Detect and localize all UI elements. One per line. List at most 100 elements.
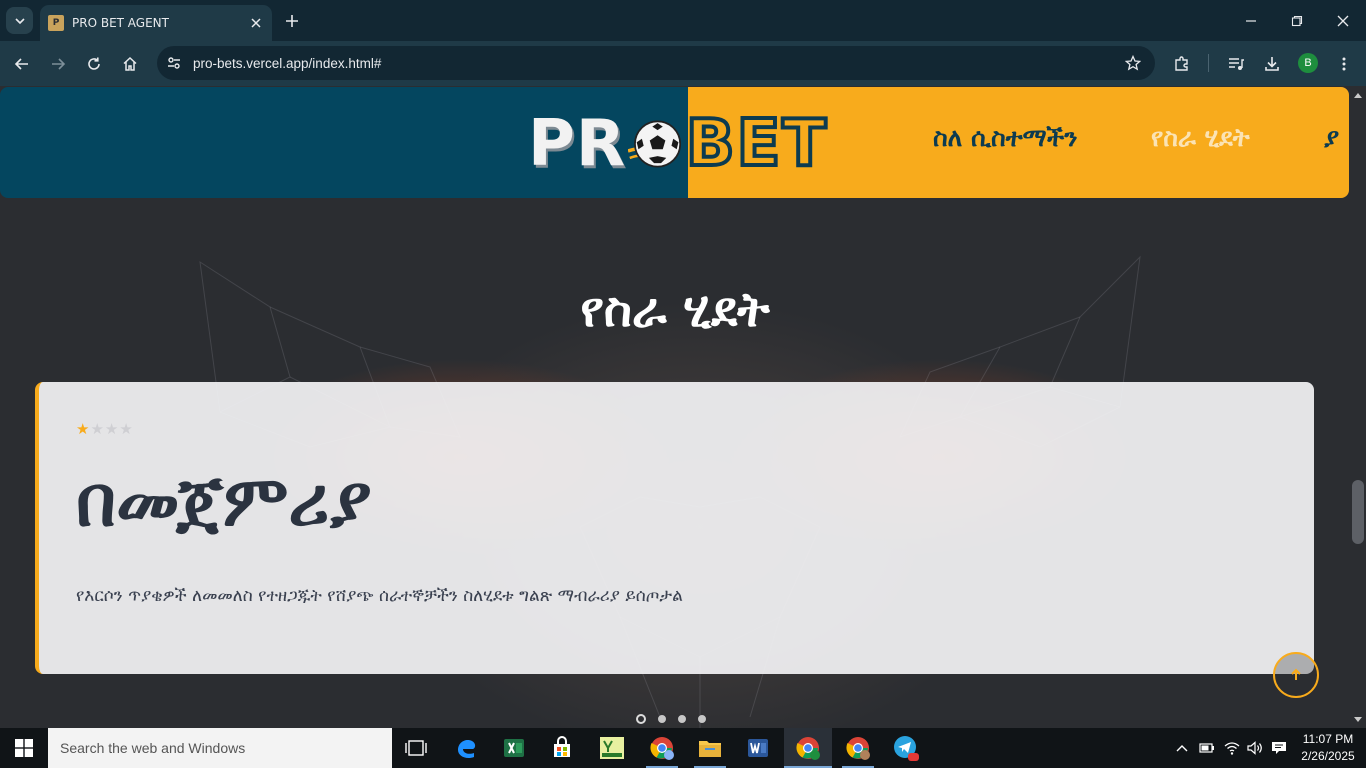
network-indicator[interactable] [1220, 728, 1244, 768]
chevron-up-icon [1176, 745, 1188, 752]
scroll-up-arrow[interactable] [1351, 88, 1365, 102]
carousel-dot[interactable] [658, 715, 666, 723]
browser-tab[interactable]: P PRO BET AGENT [40, 5, 272, 41]
address-bar[interactable]: pro-bets.vercel.app/index.html# [157, 46, 1155, 80]
windows-logo-icon [15, 739, 33, 757]
arrow-up-icon [1291, 668, 1301, 680]
carousel-dot[interactable] [636, 714, 646, 724]
nav-link-about-system[interactable]: ስለ ሲስተማችን [933, 123, 1077, 153]
taskbar-excel[interactable] [490, 728, 538, 768]
arrow-left-icon [14, 58, 28, 70]
taskbar-chrome-profile-2[interactable] [834, 728, 882, 768]
forward-button[interactable] [44, 50, 72, 78]
plus-icon [286, 15, 298, 27]
profile-avatar[interactable]: B [1298, 53, 1318, 73]
star-filled-icon: ★ [76, 420, 90, 438]
taskbar-telegram[interactable] [882, 728, 930, 768]
triangle-down-icon [1354, 717, 1362, 722]
minimize-icon [1246, 19, 1256, 22]
windows-taskbar: Search the web and Windows 11:07 PM 2/26… [0, 728, 1366, 768]
nav-link-partial[interactable]: ያ [1324, 123, 1339, 153]
site-info-button[interactable] [160, 49, 188, 77]
excel-icon [504, 739, 524, 757]
taskbar-edge[interactable] [442, 728, 490, 768]
arrow-right-icon [52, 58, 66, 70]
downloads-button[interactable] [1258, 50, 1286, 78]
page-scrollbar[interactable] [1350, 86, 1366, 728]
bookmark-button[interactable] [1119, 49, 1147, 77]
home-button[interactable] [116, 50, 144, 78]
taskbar-word[interactable] [734, 728, 782, 768]
reload-icon [88, 57, 100, 70]
taskbar-chrome-active[interactable] [784, 728, 832, 768]
extensions-button[interactable] [1168, 50, 1196, 78]
more-vertical-icon [1342, 57, 1346, 71]
star-empty-icon: ★ [104, 420, 119, 438]
tab-search-button[interactable] [6, 7, 33, 34]
nav-link-work-process[interactable]: የስራ ሂደት [1151, 123, 1250, 153]
restore-button[interactable] [1274, 0, 1320, 41]
close-icon [1337, 15, 1349, 26]
back-to-top-button[interactable] [1273, 652, 1319, 698]
site-favicon-icon: P [48, 15, 64, 31]
edge-browser-icon [458, 740, 476, 759]
browser-toolbar: pro-bets.vercel.app/index.html# B [0, 41, 1366, 86]
scroll-down-arrow[interactable] [1351, 713, 1365, 727]
taskbar-store[interactable] [538, 728, 586, 768]
taskbar-calendar-app[interactable] [588, 728, 636, 768]
reload-button[interactable] [80, 50, 108, 78]
page-viewport: ስለ ሲስተማችን የስራ ሂደት ያ PR BET የስራ ሂደት ★ ★ ★… [0, 86, 1350, 728]
clock-date: 2/26/2025 [1301, 749, 1355, 763]
playlist-icon [1229, 58, 1244, 70]
star-empty-icon: ★ [90, 420, 104, 438]
taskbar-clock[interactable]: 11:07 PM 2/26/2025 [1297, 731, 1359, 765]
notification-icon [1272, 742, 1286, 754]
folder-icon [699, 741, 721, 757]
carousel-dot[interactable] [678, 715, 686, 723]
triangle-up-icon [1354, 93, 1362, 98]
chrome-icon [650, 737, 674, 760]
browser-menu-button[interactable] [1330, 50, 1358, 78]
tab-title: PRO BET AGENT [72, 16, 169, 30]
puzzle-icon [1175, 56, 1188, 71]
chevron-down-icon [14, 17, 25, 24]
media-controls-button[interactable] [1222, 50, 1250, 78]
task-view-button[interactable] [392, 728, 440, 768]
taskbar-search-box[interactable]: Search the web and Windows [48, 728, 392, 768]
task-view-icon [405, 740, 427, 756]
download-icon [1265, 57, 1279, 71]
show-hidden-icons-button[interactable] [1172, 728, 1192, 768]
chrome-icon [846, 737, 870, 760]
restore-icon [1291, 15, 1303, 26]
site-header: ስለ ሲስተማችን የስራ ሂደት ያ PR BET [0, 87, 1350, 198]
word-icon [748, 739, 768, 757]
browser-tab-bar: P PRO BET AGENT [0, 0, 1366, 41]
close-tab-button[interactable] [246, 13, 266, 33]
new-tab-button[interactable] [280, 9, 304, 33]
probet-logo[interactable]: PR BET [528, 105, 828, 183]
close-window-button[interactable] [1320, 0, 1366, 41]
battery-indicator[interactable] [1196, 728, 1218, 768]
speaker-icon [1247, 741, 1262, 755]
scrollbar-thumb[interactable] [1352, 480, 1364, 544]
carousel-dot[interactable] [698, 715, 706, 723]
logo-text-left: PR [528, 107, 627, 181]
star-icon [1125, 55, 1141, 71]
card-heading: በመጀምሪያ [76, 460, 372, 542]
taskbar-chrome-profile-1[interactable] [638, 728, 686, 768]
wifi-icon [1224, 742, 1240, 755]
back-button[interactable] [8, 50, 36, 78]
volume-indicator[interactable] [1244, 728, 1266, 768]
action-center-button[interactable] [1268, 728, 1290, 768]
start-button[interactable] [0, 728, 48, 768]
taskbar-file-explorer[interactable] [686, 728, 734, 768]
toolbar-separator [1208, 54, 1209, 72]
step-progress-stars: ★ ★ ★ ★ [76, 420, 133, 438]
star-empty-icon: ★ [119, 420, 133, 438]
carousel-pagination [636, 714, 706, 724]
clock-time: 11:07 PM [1302, 732, 1354, 746]
minimize-button[interactable] [1228, 0, 1274, 41]
tune-icon [168, 57, 180, 69]
calendar-app-icon [600, 737, 624, 759]
url-text: pro-bets.vercel.app/index.html# [193, 55, 382, 71]
